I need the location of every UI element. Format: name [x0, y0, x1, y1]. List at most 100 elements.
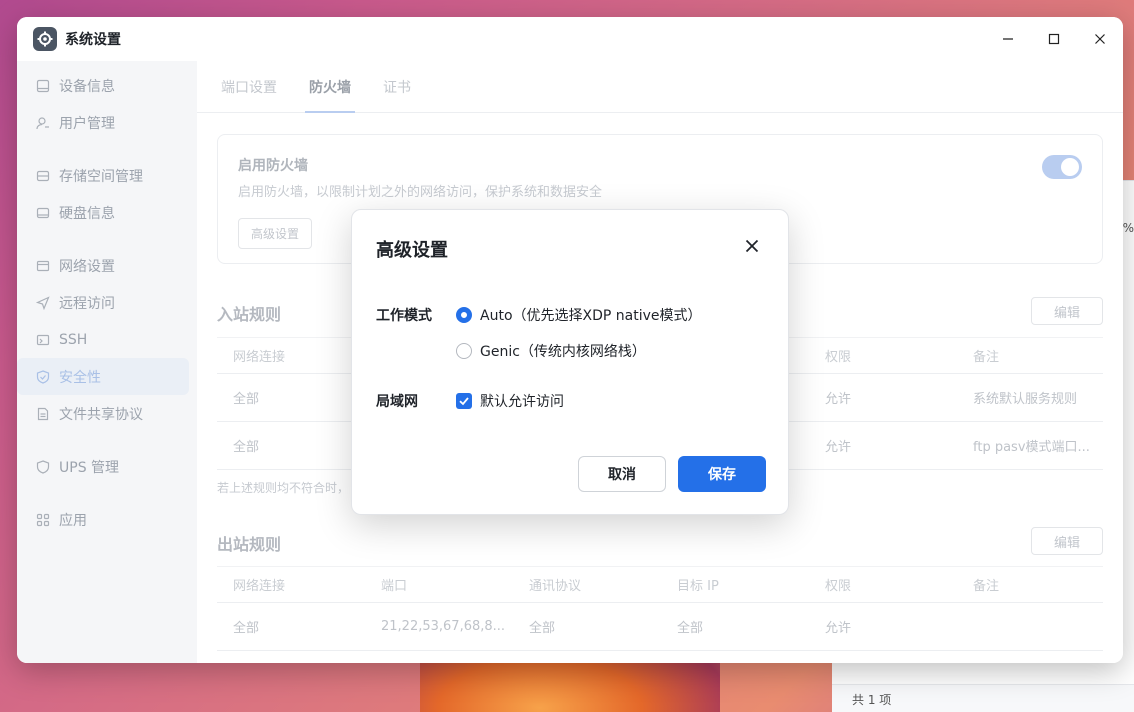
lan-allow-label: 默认允许访问	[480, 394, 564, 410]
cancel-button[interactable]: 取消	[578, 456, 666, 492]
window-controls	[985, 17, 1123, 61]
inbound-rules-title: 入站规则	[217, 305, 282, 324]
apps-icon	[35, 512, 51, 528]
window-title: 系统设置	[65, 32, 121, 48]
sidebar-item-label: 硬盘信息	[59, 205, 115, 222]
terminal-icon	[35, 332, 51, 348]
storage-icon	[35, 168, 51, 184]
table-cell: 全部	[217, 421, 365, 470]
mode-auto-option[interactable]: Auto（优先选择XDP native模式）	[456, 305, 702, 325]
tab-firewall[interactable]: 防火墙	[305, 61, 355, 113]
table-cell: 21,22,53,67,68,8...	[365, 602, 513, 651]
radio-auto[interactable]	[456, 307, 472, 323]
minimize-button[interactable]	[985, 17, 1031, 61]
table-cell: 系统默认服务规则	[957, 373, 1103, 422]
table-cell	[957, 602, 1103, 651]
send-icon	[35, 295, 51, 311]
mode-generic-label: Genic（传统内核网络栈）	[480, 344, 646, 360]
sidebar-item-storage[interactable]: 存储空间管理	[17, 157, 189, 194]
firewall-toggle[interactable]	[1042, 155, 1082, 179]
sidebar-item-label: 用户管理	[59, 115, 115, 132]
sidebar-item-file-share[interactable]: 文件共享协议	[17, 395, 189, 432]
table-cell: 允许	[809, 602, 957, 651]
radio-generic[interactable]	[456, 343, 472, 359]
background-footer: 共 1 项	[832, 684, 1134, 712]
user-icon	[35, 115, 51, 131]
sidebar-item-ups[interactable]: UPS 管理	[17, 448, 189, 485]
table-cell: ftp pasv模式端口...	[957, 421, 1103, 470]
column-header: 通讯协议	[513, 566, 661, 603]
sidebar-item-remote[interactable]: 远程访问	[17, 284, 189, 321]
network-icon	[35, 258, 51, 274]
sidebar-item-label: 文件共享协议	[59, 406, 143, 423]
mode-auto-label: Auto（优先选择XDP native模式）	[480, 308, 702, 324]
sidebar-item-disk[interactable]: 硬盘信息	[17, 194, 189, 231]
save-button[interactable]: 保存	[678, 456, 766, 492]
outbound-rules-title: 出站规则	[217, 535, 282, 554]
close-icon	[1095, 34, 1105, 44]
sidebar-item-label: SSH	[59, 331, 88, 348]
sidebar-item-label: 安全性	[59, 369, 101, 386]
table-cell: 全部	[217, 602, 365, 651]
device-icon	[35, 78, 51, 94]
file-icon	[35, 406, 51, 422]
sidebar-item-users[interactable]: 用户管理	[17, 104, 189, 141]
advanced-settings-button[interactable]: 高级设置	[238, 218, 313, 249]
table-cell: 全部	[513, 602, 661, 651]
sidebar-item-label: UPS 管理	[59, 459, 120, 476]
sidebar-item-security[interactable]: 安全性	[17, 358, 189, 395]
disk-icon	[35, 205, 51, 221]
table-header: 网络连接 端口 通讯协议 目标 IP 权限 备注	[217, 566, 1103, 603]
sidebar-item-device-info[interactable]: 设备信息	[17, 67, 189, 104]
lan-allow-option[interactable]: 默认允许访问	[456, 391, 564, 411]
column-header: 备注	[957, 566, 1103, 603]
maximize-icon	[1048, 33, 1060, 45]
table-cell: 全部	[217, 373, 365, 422]
minimize-icon	[1003, 38, 1013, 40]
column-header: 权限	[809, 337, 957, 374]
settings-gear-icon	[33, 27, 57, 51]
table-cell: 允许	[809, 421, 957, 470]
lan-label: 局域网	[376, 394, 418, 410]
column-header: 网络连接	[217, 337, 365, 374]
tab-port-settings[interactable]: 端口设置	[221, 61, 277, 113]
checkmark-icon	[459, 397, 469, 406]
table-row: 全部 21,22,53,67,68,8... 全部 全部 允许	[217, 602, 1103, 651]
inbound-hint: 若上述规则均不符合时，	[217, 481, 350, 495]
close-window-button[interactable]	[1077, 17, 1123, 61]
column-header: 目标 IP	[661, 566, 809, 603]
column-header: 端口	[365, 566, 513, 603]
column-header: 网络连接	[217, 566, 365, 603]
advanced-settings-dialog: 高级设置 工作模式 Auto（优先选择XDP native模式） Genic（传…	[351, 209, 789, 515]
column-header: 权限	[809, 566, 957, 603]
sidebar-item-label: 远程访问	[59, 295, 115, 312]
close-icon	[745, 239, 759, 253]
tab-certificate[interactable]: 证书	[383, 61, 411, 113]
mode-generic-option[interactable]: Genic（传统内核网络栈）	[456, 341, 646, 361]
sidebar-item-label: 应用	[59, 512, 87, 529]
tab-bar: 端口设置 防火墙 证书	[197, 61, 1123, 113]
sidebar-item-apps[interactable]: 应用	[17, 501, 189, 538]
lan-allow-checkbox[interactable]	[456, 393, 472, 409]
sidebar-item-label: 网络设置	[59, 258, 115, 275]
shield-check-icon	[35, 369, 51, 385]
table-cell: 全部	[661, 602, 809, 651]
inbound-edit-button[interactable]: 编辑	[1031, 297, 1103, 325]
maximize-button[interactable]	[1031, 17, 1077, 61]
sidebar-item-label: 设备信息	[59, 78, 115, 95]
table-cell: 允许	[809, 373, 957, 422]
sidebar-item-network[interactable]: 网络设置	[17, 247, 189, 284]
titlebar: 系统设置	[17, 17, 1123, 61]
firewall-description: 启用防火墙，以限制计划之外的网络访问，保护系统和数据安全	[238, 185, 603, 200]
dialog-title: 高级设置	[376, 240, 448, 261]
sidebar: 设备信息 用户管理 存储空间管理 硬盘信息 网络设置 远程访问 SSH 安全性 …	[17, 61, 197, 663]
column-header: 备注	[957, 337, 1103, 374]
outbound-edit-button[interactable]: 编辑	[1031, 527, 1103, 555]
outbound-rules-table: 网络连接 端口 通讯协议 目标 IP 权限 备注 全部 21,22,53,67,…	[217, 566, 1103, 651]
dialog-close-button[interactable]	[744, 238, 760, 254]
sidebar-item-ssh[interactable]: SSH	[17, 321, 189, 358]
work-mode-label: 工作模式	[376, 308, 432, 324]
shield-icon	[35, 459, 51, 475]
sidebar-item-label: 存储空间管理	[59, 168, 143, 185]
firewall-title: 启用防火墙	[238, 158, 308, 174]
